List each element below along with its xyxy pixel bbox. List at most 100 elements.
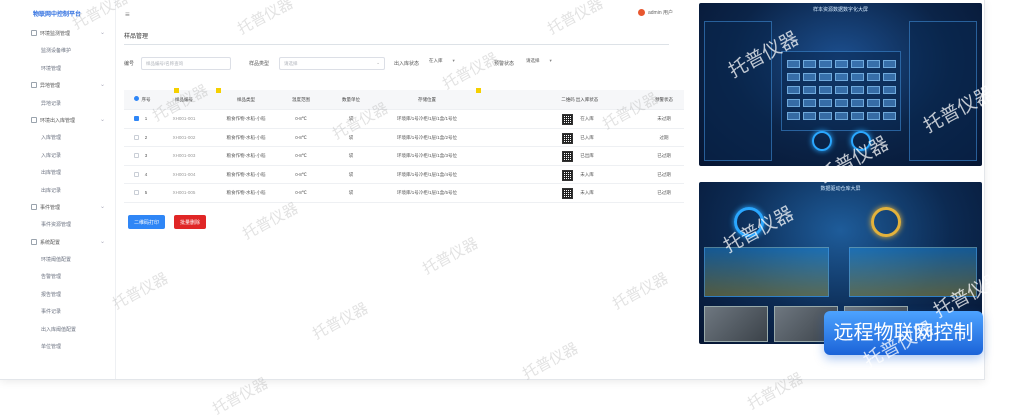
- status-select[interactable]: 请选择 ▾: [526, 58, 552, 69]
- code-label: 编号: [124, 61, 135, 67]
- camera-thumbnail[interactable]: [704, 306, 768, 342]
- table-cell-type: 粮食作物-水稻-小稻: [226, 190, 266, 195]
- status-select-value: 请选择: [526, 58, 540, 63]
- sidebar-item[interactable]: 单位管理: [0, 338, 116, 355]
- storage-slot: [803, 60, 816, 68]
- column-header[interactable]: 存储位置: [418, 97, 436, 103]
- sidebar-item[interactable]: ⌄ 环境监测管理: [0, 25, 116, 42]
- right-panel: [909, 21, 977, 161]
- storage-slot: [883, 73, 896, 81]
- status-label: 预警状态: [494, 61, 515, 67]
- storage-slot: [803, 112, 816, 120]
- row-checkbox[interactable]: [134, 153, 139, 158]
- status-ring-icon: [851, 131, 871, 151]
- column-header[interactable]: 出入库状态: [576, 97, 599, 103]
- sidebar-item[interactable]: 监测设备维护: [0, 42, 116, 59]
- table-cell-unit: 袋: [348, 116, 354, 121]
- qr-code-icon[interactable]: [562, 132, 573, 144]
- storage-slot: [851, 73, 864, 81]
- qr-code-icon[interactable]: [562, 188, 573, 199]
- qr-code-icon[interactable]: [562, 169, 573, 181]
- table-cell-location: 环境库/1号冷柜/1层/1盒/1号位: [396, 116, 458, 121]
- storage-slot: [867, 60, 880, 68]
- trend-chart-panel: [849, 247, 977, 297]
- table-row[interactable]: 5 XH001-005 粮食作物-水稻-小稻 0-8℃ 袋 环境库/1号冷柜/1层/1盒/…: [124, 184, 684, 203]
- sidebar-item-label: 事件管理: [40, 204, 61, 211]
- user-menu[interactable]: admin 用户: [638, 9, 673, 17]
- dashboard-bottom-title: 数据驱动仓库大屏: [820, 186, 861, 192]
- sidebar-item[interactable]: 入库记录: [0, 147, 116, 164]
- status-ring-icon: [812, 131, 832, 151]
- qr-code-icon[interactable]: [562, 151, 573, 162]
- select-all-checkbox[interactable]: [134, 96, 139, 101]
- table-cell-location: 环境库/1号冷柜/1层/1盒/4号位: [396, 171, 458, 177]
- code-search-input[interactable]: 样品编号/名称查询: [141, 57, 231, 70]
- table-cell-temp: 0-8℃: [295, 116, 307, 121]
- inout-select[interactable]: 在入库 ▾: [429, 58, 455, 69]
- sidebar-item-label: 环境阈值配置: [41, 257, 72, 264]
- print-qr-button[interactable]: 二维码打印: [128, 215, 166, 229]
- storage-slot: [787, 99, 800, 107]
- storage-slot: [787, 112, 800, 120]
- sidebar-item-label: 入库管理: [41, 135, 62, 142]
- storage-slot: [851, 86, 864, 94]
- sidebar-item[interactable]: 环境阈值配置: [0, 251, 116, 268]
- qr-code-icon[interactable]: [562, 114, 573, 125]
- remote-iot-control-badge[interactable]: 远程物联网控制: [824, 311, 983, 355]
- storage-slot: [803, 73, 816, 81]
- sidebar-item[interactable]: 告警管理: [0, 268, 116, 285]
- menu-toggle-icon[interactable]: ≡: [125, 10, 130, 19]
- row-checkbox[interactable]: [134, 171, 139, 177]
- storage-slot: [867, 99, 880, 107]
- storage-slot: [851, 60, 864, 68]
- sidebar-item-label: 环境管理: [41, 65, 62, 72]
- sidebar-item[interactable]: 异地记录: [0, 95, 116, 112]
- row-checkbox[interactable]: [134, 134, 139, 140]
- table-header-row: 序号 样品编号 样品类型 温度范围 数量单位 存储位置 二维码 出入库状态 预警状态: [124, 88, 684, 110]
- table-cell-temp: 0-8℃: [295, 153, 307, 158]
- new-tag-icon: [476, 88, 481, 93]
- sidebar-item[interactable]: 出库记录: [0, 182, 116, 199]
- sidebar-item-label: 异地记录: [41, 100, 62, 107]
- column-header[interactable]: 温度范围: [292, 97, 310, 103]
- table-cell-status: 已过期: [657, 153, 671, 158]
- column-header[interactable]: 数量单位: [342, 97, 360, 103]
- sidebar-item-label: 出库记录: [41, 187, 62, 194]
- sidebar-item[interactable]: 事件资源管理: [0, 216, 116, 233]
- sidebar-item[interactable]: ⌄ 异地管理: [0, 77, 116, 94]
- sidebar-item-label: 环境监测管理: [40, 31, 71, 37]
- column-header[interactable]: 样品编号: [175, 97, 193, 103]
- sidebar-item[interactable]: ⌄ 系统配置: [0, 234, 116, 251]
- row-checkbox[interactable]: [134, 190, 139, 195]
- table-cell-unit: 袋: [348, 153, 354, 158]
- column-header[interactable]: 预警状态: [655, 97, 673, 103]
- column-header[interactable]: 序号: [142, 97, 151, 103]
- storage-slot: [787, 73, 800, 81]
- sidebar-item[interactable]: 出入库阈值配置: [0, 321, 116, 338]
- storage-slot: [787, 86, 800, 94]
- table-row[interactable]: 2 XH001-002 粮食作物-水稻-小稻 0-8℃ 袋 环境库/1号冷柜/1层/1盒/…: [124, 129, 684, 147]
- column-header[interactable]: 二维码: [561, 97, 575, 103]
- sidebar-item[interactable]: 环境管理: [0, 60, 116, 77]
- batch-delete-button[interactable]: 批量删除: [174, 215, 207, 229]
- sidebar-item[interactable]: 报告管理: [0, 286, 116, 303]
- table-row[interactable]: 3 XH001-003 粮食作物-水稻-小稻 0-8℃ 袋 环境库/1号冷柜/1层/1盒/…: [124, 147, 684, 166]
- row-checkbox[interactable]: [134, 116, 139, 121]
- sidebar-item[interactable]: ⌄ 事件管理: [0, 199, 116, 216]
- column-header[interactable]: 样品类型: [237, 97, 255, 103]
- table-row[interactable]: 1 XH001-001 粮食作物-水稻-小稻 0-8℃ 袋 环境库/1号冷柜/1层/1盒/…: [124, 110, 684, 129]
- sidebar-item[interactable]: 出库管理: [0, 164, 116, 181]
- table-cell-unit: 袋: [348, 134, 354, 140]
- table-row[interactable]: 4 XH001-004 粮食作物-水稻-小稻 0-8℃ 袋 环境库/1号冷柜/1层/1盒/…: [124, 166, 684, 184]
- app-logo[interactable]: 物联网中控制平台: [33, 9, 81, 18]
- sidebar-item[interactable]: 事件记录: [0, 303, 116, 320]
- sidebar-item[interactable]: 入库管理: [0, 129, 116, 146]
- sidebar-item-label: 事件资源管理: [41, 222, 72, 229]
- sidebar-item[interactable]: ⌄ 环境出入库管理: [0, 112, 116, 129]
- title-divider: [124, 44, 669, 45]
- table-cell-status: 已过期: [657, 190, 671, 195]
- type-label: 样品类型: [249, 61, 270, 67]
- type-select[interactable]: 请选择 ⌄: [279, 57, 385, 70]
- table-cell-inout: 在入库: [580, 116, 594, 121]
- table-cell-type: 粮食作物-水稻-小稻: [226, 171, 266, 177]
